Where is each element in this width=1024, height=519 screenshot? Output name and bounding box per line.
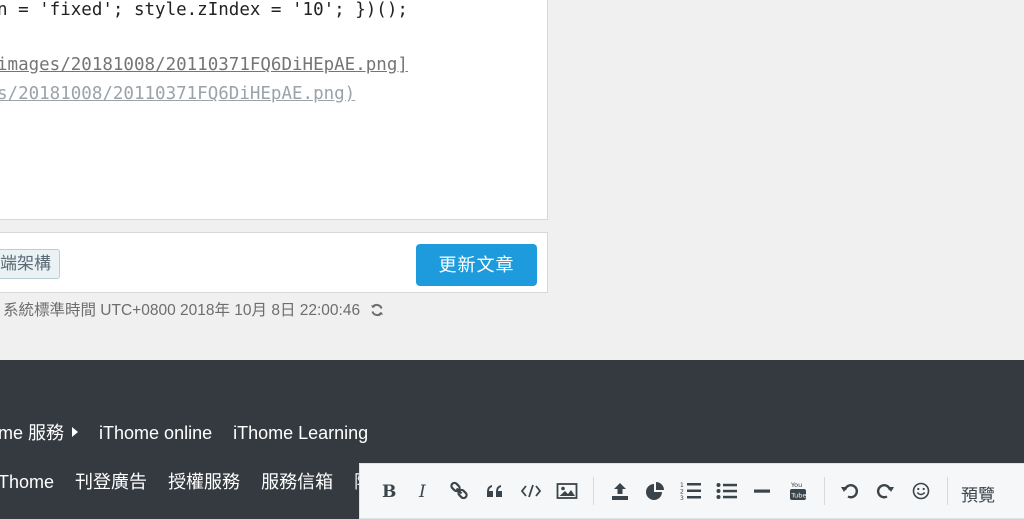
footer-link-ithome-online[interactable]: iThome online xyxy=(99,423,212,444)
italic-icon[interactable]: I xyxy=(411,478,437,504)
footer-link-services[interactable]: me 服務 xyxy=(0,419,79,445)
code-icon[interactable] xyxy=(518,478,544,504)
svg-text:B: B xyxy=(382,482,396,500)
toolbar-separator xyxy=(824,477,825,505)
footer-link-ithome-learning[interactable]: iThome Learning xyxy=(233,423,368,444)
footer-link-licensing[interactable]: 授權服務 xyxy=(168,468,240,494)
code-line: n = 'fixed'; style.zIndex = '10'; })(); xyxy=(0,0,408,20)
svg-text:Tube: Tube xyxy=(790,492,806,500)
caret-right-icon xyxy=(72,427,79,437)
undo-icon[interactable] xyxy=(837,478,863,504)
footer-link-advertise[interactable]: 刊登廣告 xyxy=(75,468,147,494)
refresh-icon[interactable] xyxy=(370,303,384,323)
ordered-list-icon[interactable]: 123 xyxy=(678,478,704,504)
tag-chip[interactable]: 端架構 xyxy=(0,249,60,279)
chart-icon[interactable] xyxy=(642,478,668,504)
timestamp-row: 系統標準時間 UTC+0800 2018年 10月 8日 22:00:46 xyxy=(3,301,384,323)
footer-row: Thome 刊登廣告 授權服務 服務信箱 隱 xyxy=(0,468,388,494)
quote-icon[interactable] xyxy=(482,478,508,504)
update-article-button[interactable]: 更新文章 xyxy=(416,244,537,286)
image-icon[interactable] xyxy=(554,478,580,504)
footer-link-ithome[interactable]: Thome xyxy=(0,472,54,493)
link-icon[interactable] xyxy=(446,478,472,504)
editor-toolbar: B I 123 You Tube 預覽 xyxy=(359,463,1024,519)
svg-text:You: You xyxy=(790,481,802,489)
preview-button[interactable]: 預覽 xyxy=(961,481,995,506)
toolbar-separator xyxy=(593,477,594,505)
footer-link-label: me 服務 xyxy=(0,423,65,443)
unordered-list-icon[interactable] xyxy=(714,478,740,504)
footer-row: me 服務 iThome online iThome Learning xyxy=(0,419,384,445)
toolbar-separator xyxy=(947,477,948,505)
redo-icon[interactable] xyxy=(872,478,898,504)
code-line: s/20181008/20110371FQ6DiHEpAE.png) xyxy=(0,84,356,104)
timestamp-text: 系統標準時間 UTC+0800 2018年 10月 8日 22:00:46 xyxy=(3,302,361,319)
code-line: images/20181008/20110371FQ6DiHEpAE.png] xyxy=(0,55,408,75)
youtube-icon[interactable]: You Tube xyxy=(785,478,811,504)
bold-icon[interactable]: B xyxy=(376,478,402,504)
svg-text:3: 3 xyxy=(680,495,684,501)
upload-icon[interactable] xyxy=(607,478,633,504)
svg-text:I: I xyxy=(418,482,426,500)
tag-bar: 端架構 更新文章 xyxy=(0,232,548,293)
horizontal-rule-icon[interactable] xyxy=(749,478,775,504)
footer-link-mailbox[interactable]: 服務信箱 xyxy=(261,468,333,494)
emoji-icon[interactable] xyxy=(908,478,934,504)
markdown-editor[interactable]: n = 'fixed'; style.zIndex = '10'; })(); … xyxy=(0,0,548,220)
